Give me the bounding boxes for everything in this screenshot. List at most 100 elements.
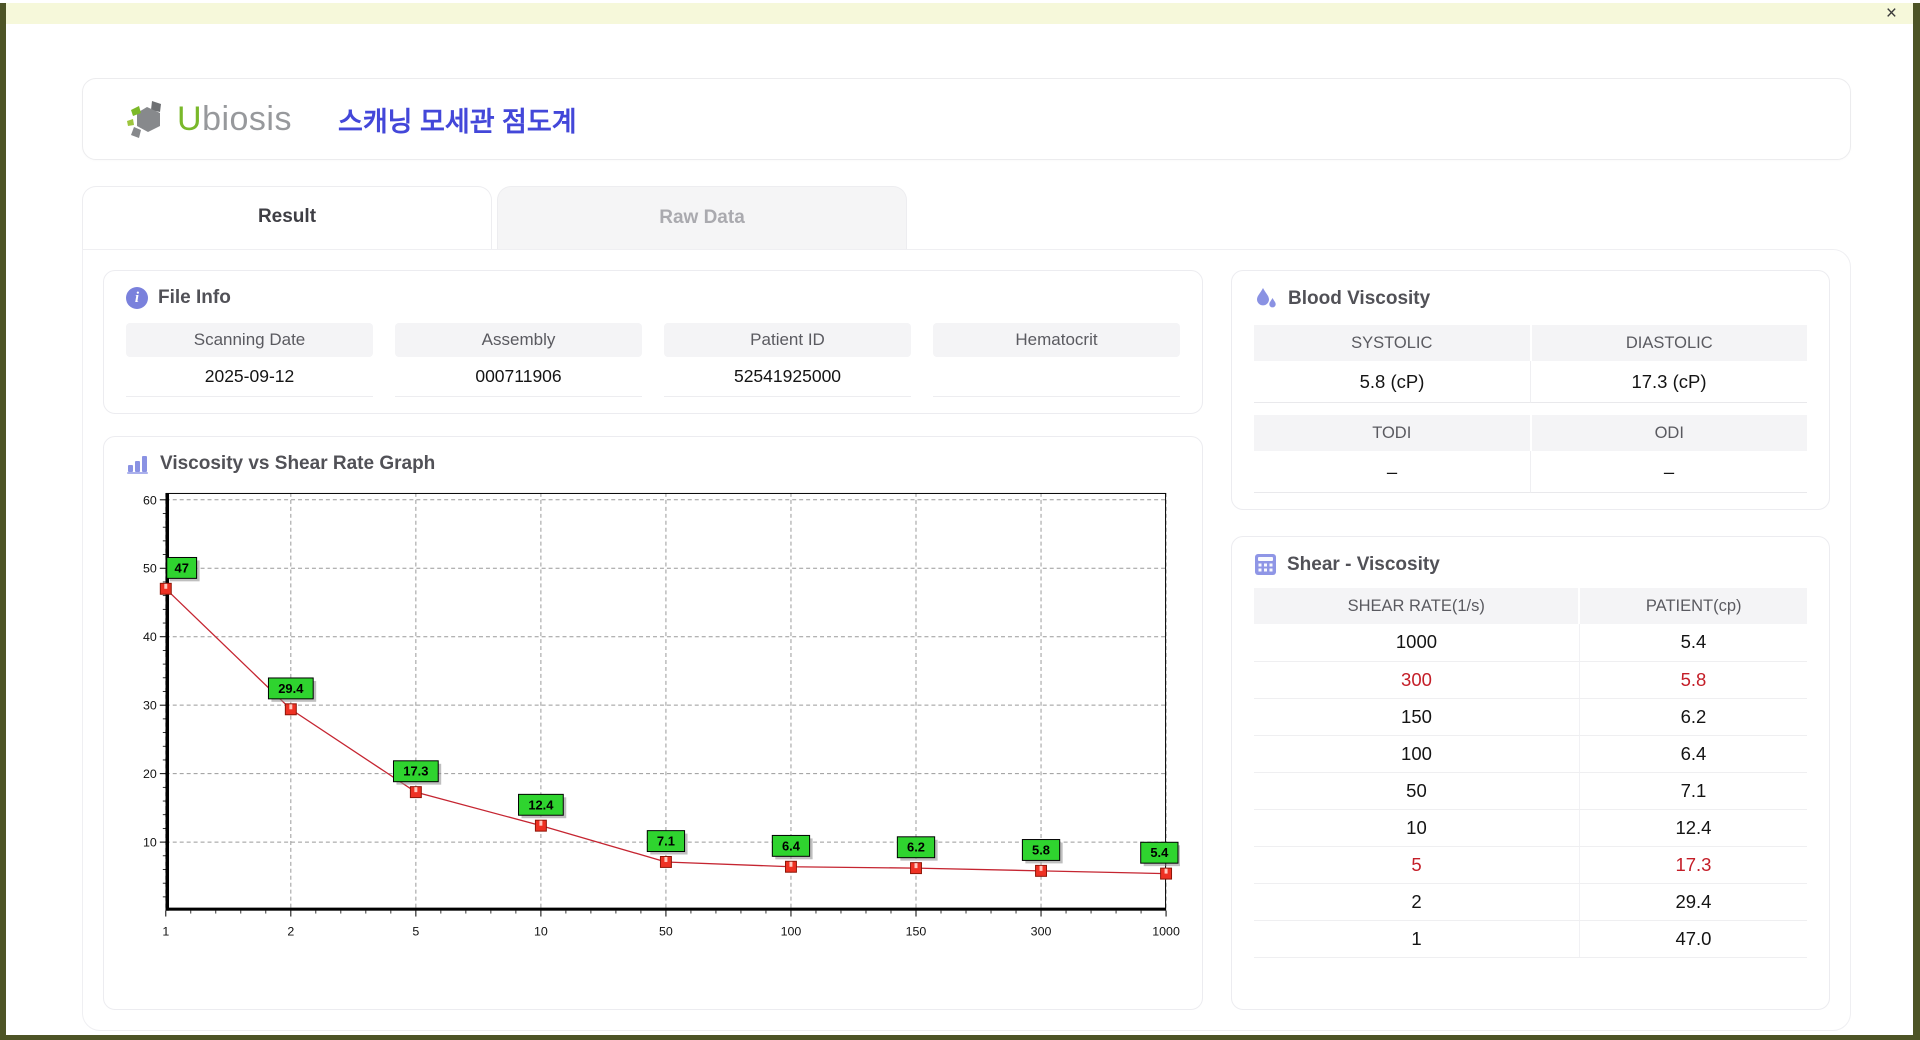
- svg-text:20: 20: [143, 767, 157, 781]
- file-info-title: File Info: [158, 287, 231, 308]
- tab-result[interactable]: Result: [82, 186, 492, 249]
- sv-shear-rate: 1000: [1254, 624, 1580, 662]
- field-scanning-date: Scanning Date 2025-09-12: [126, 323, 373, 397]
- calculator-icon: [1255, 554, 1276, 575]
- svg-text:10: 10: [534, 924, 548, 938]
- sv-patient: 7.1: [1579, 772, 1807, 810]
- ubiosis-logo-icon: [127, 101, 161, 138]
- svg-text:5: 5: [412, 924, 419, 938]
- field-label: Assembly: [395, 323, 642, 357]
- bv-value-row: 5.8 (cP) 17.3 (cP): [1254, 361, 1807, 403]
- svg-text:40: 40: [143, 630, 157, 644]
- svg-text:5.8: 5.8: [1032, 842, 1050, 857]
- sv-patient: 6.4: [1579, 735, 1807, 773]
- table-row: 300 5.8: [1254, 661, 1807, 699]
- sv-patient: 6.2: [1579, 698, 1807, 736]
- bv-value-todi: –: [1254, 451, 1531, 493]
- table-row: 100 6.4: [1254, 735, 1807, 773]
- svg-text:5.4: 5.4: [1150, 845, 1169, 860]
- blood-viscosity-title-row: Blood Viscosity: [1254, 287, 1807, 311]
- svg-text:6.2: 6.2: [907, 840, 925, 855]
- table-row: 1000 5.4: [1254, 624, 1807, 662]
- bv-header-odi: ODI: [1531, 415, 1807, 451]
- field-label: Hematocrit: [933, 323, 1180, 357]
- page-content: Ubiosis 스캐닝 모세관 점도계 Result Raw Data i Fi…: [6, 24, 1913, 1031]
- svg-text:17.3: 17.3: [403, 764, 428, 779]
- bv-value-systolic: 5.8 (cP): [1254, 361, 1531, 403]
- svg-text:29.4: 29.4: [278, 681, 304, 696]
- svg-text:1000: 1000: [1152, 924, 1180, 938]
- sv-shear-rate: 150: [1254, 698, 1580, 736]
- file-info-panel: i File Info Scanning Date 2025-09-12 Ass…: [103, 270, 1203, 414]
- svg-text:7.1: 7.1: [657, 834, 675, 849]
- sv-shear-rate: 5: [1254, 846, 1580, 884]
- svg-text:50: 50: [143, 562, 157, 576]
- table-row: 5 17.3: [1254, 846, 1807, 884]
- shear-viscosity-table: SHEAR RATE(1/s) PATIENT(cp) 1000 5.4 300 5…: [1254, 588, 1807, 958]
- sv-col-patient: PATIENT(cp): [1579, 588, 1807, 624]
- table-row: 2 29.4: [1254, 883, 1807, 921]
- bv-value-diastolic: 17.3 (cP): [1531, 361, 1807, 403]
- left-column: i File Info Scanning Date 2025-09-12 Ass…: [103, 270, 1203, 1010]
- chart-wrapper: 10 20 30 40 50 60 1 2 5 10 50 100 150 300 1000 47 29.4 17…: [126, 485, 1180, 952]
- svg-text:50: 50: [659, 924, 673, 938]
- sv-patient: 47.0: [1579, 920, 1807, 958]
- tab-bar: Result Raw Data: [82, 186, 1851, 249]
- svg-text:10: 10: [143, 836, 157, 850]
- sv-col-shear-rate: SHEAR RATE(1/s): [1254, 588, 1581, 624]
- header-card: Ubiosis 스캐닝 모세관 점도계: [82, 78, 1851, 160]
- sv-patient: 5.4: [1579, 624, 1807, 662]
- ubiosis-logo: Ubiosis: [125, 98, 292, 140]
- blood-viscosity-panel: Blood Viscosity SYSTOLIC DIASTOLIC 5.8 (…: [1231, 270, 1830, 510]
- bv-header-systolic: SYSTOLIC: [1254, 325, 1530, 361]
- svg-text:300: 300: [1031, 924, 1052, 938]
- close-icon[interactable]: ×: [1886, 4, 1897, 23]
- svg-text:47: 47: [175, 560, 189, 575]
- sv-shear-rate: 50: [1254, 772, 1580, 810]
- field-value: [933, 357, 1180, 397]
- table-row: 150 6.2: [1254, 698, 1807, 736]
- svg-text:12.4: 12.4: [528, 797, 554, 812]
- tab-raw-data[interactable]: Raw Data: [497, 186, 907, 249]
- bv-header-row: SYSTOLIC DIASTOLIC: [1254, 325, 1807, 361]
- file-info-title-row: i File Info: [126, 287, 1180, 309]
- table-row: 1 47.0: [1254, 920, 1807, 958]
- svg-text:150: 150: [906, 924, 927, 938]
- sv-shear-rate: 10: [1254, 809, 1580, 847]
- field-hematocrit: Hematocrit: [933, 323, 1180, 397]
- sv-header-row: SHEAR RATE(1/s) PATIENT(cp): [1254, 588, 1807, 624]
- field-patient-id: Patient ID 52541925000: [664, 323, 911, 397]
- bar-chart-icon: [127, 456, 148, 474]
- blood-viscosity-title: Blood Viscosity: [1288, 288, 1431, 309]
- sv-patient: 29.4: [1579, 883, 1807, 921]
- app-title: 스캐닝 모세관 점도계: [338, 106, 577, 137]
- graph-title-row: Viscosity vs Shear Rate Graph: [126, 453, 1180, 475]
- svg-text:100: 100: [781, 924, 802, 938]
- sv-patient: 12.4: [1579, 809, 1807, 847]
- svg-text:6.4: 6.4: [782, 838, 801, 853]
- window-titlebar: ×: [6, 3, 1913, 24]
- graph-title: Viscosity vs Shear Rate Graph: [160, 453, 436, 474]
- shear-viscosity-title-row: Shear - Viscosity: [1254, 553, 1807, 576]
- shear-viscosity-panel: Shear - Viscosity SHEAR RATE(1/s) PATIEN…: [1231, 536, 1830, 1010]
- svg-text:60: 60: [143, 493, 157, 507]
- blood-viscosity-table: SYSTOLIC DIASTOLIC 5.8 (cP) 17.3 (cP) TO…: [1254, 325, 1807, 493]
- viscosity-chart: 10 20 30 40 50 60 1 2 5 10 50 100 150 300 1000 47 29.4 17…: [143, 492, 1180, 938]
- logo-text-biosis: biosis: [202, 99, 292, 138]
- svg-text:30: 30: [143, 699, 157, 713]
- sv-shear-rate: 100: [1254, 735, 1580, 773]
- sv-shear-rate: 300: [1254, 661, 1580, 699]
- field-value: 000711906: [395, 357, 642, 397]
- sv-shear-rate: 2: [1254, 883, 1580, 921]
- shear-viscosity-title: Shear - Viscosity: [1287, 553, 1440, 575]
- bv-value-row: – –: [1254, 451, 1807, 493]
- field-assembly: Assembly 000711906: [395, 323, 642, 397]
- svg-text:1: 1: [162, 924, 169, 938]
- field-label: Patient ID: [664, 323, 911, 357]
- bv-header-todi: TODI: [1254, 415, 1530, 451]
- logo-text: Ubiosis: [177, 100, 292, 139]
- info-icon: i: [126, 287, 148, 309]
- bv-header-row: TODI ODI: [1254, 415, 1807, 451]
- droplets-icon: [1257, 288, 1276, 308]
- field-value: 2025-09-12: [126, 357, 373, 397]
